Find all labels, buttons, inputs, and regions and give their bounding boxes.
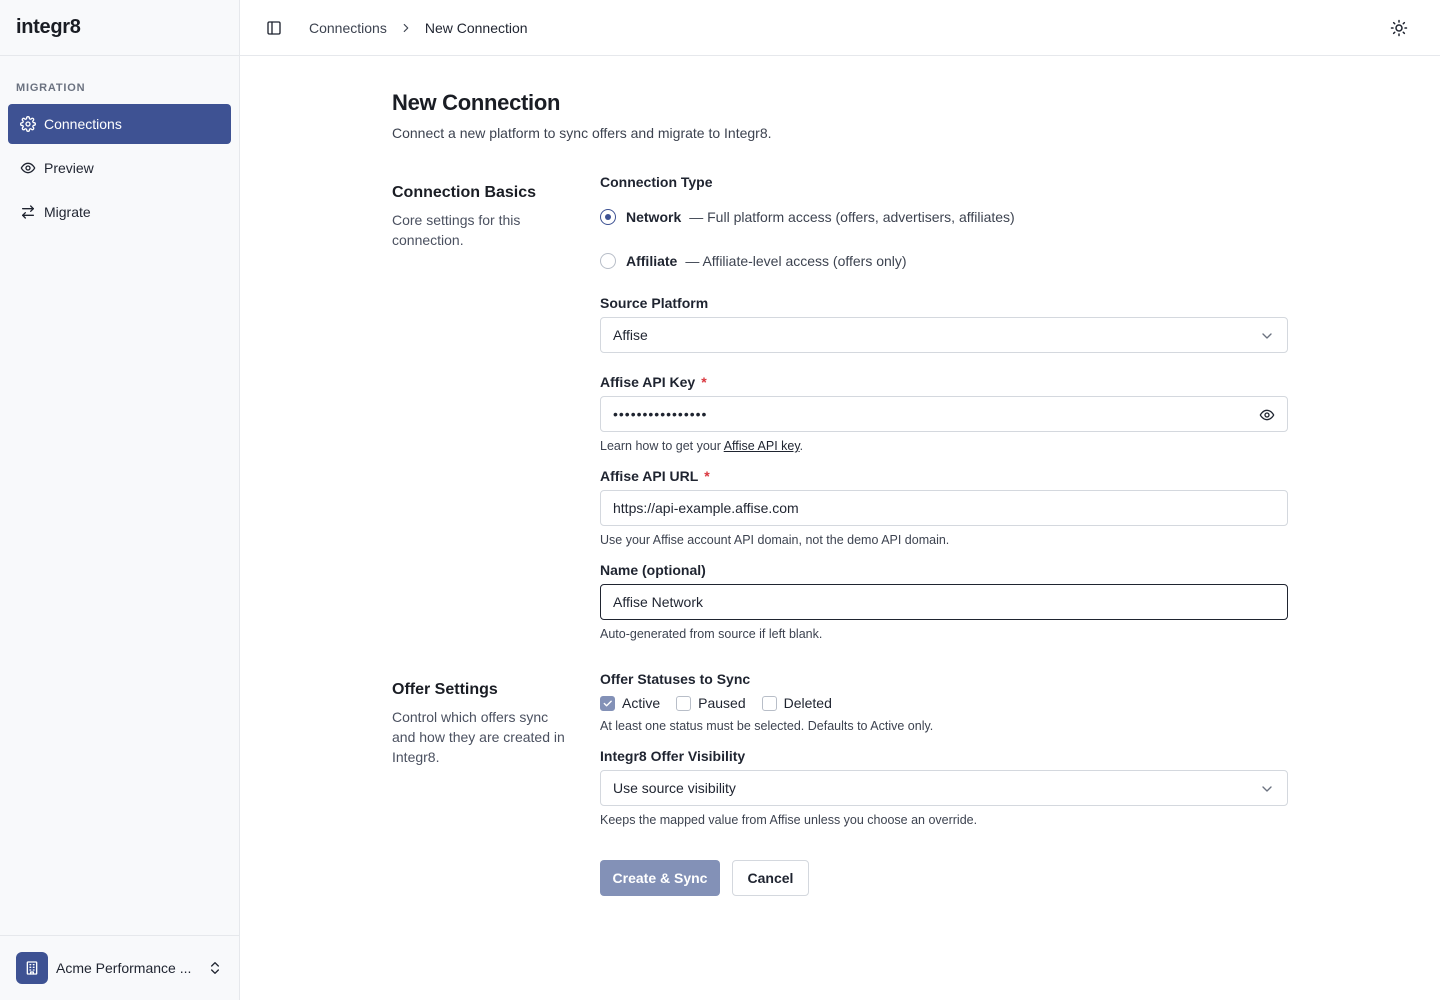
- select-value: Use source visibility: [613, 780, 736, 796]
- connection-type-network[interactable]: Network — Full platform access (offers, …: [600, 207, 1288, 227]
- breadcrumb-current: New Connection: [424, 19, 528, 36]
- input-value: https://api-example.affise.com: [613, 500, 799, 516]
- name-label: Name (optional): [600, 562, 706, 578]
- offer-settings-header: Offer Settings Control which offers sync…: [392, 681, 567, 767]
- building-icon: [16, 952, 48, 984]
- eye-icon: [20, 160, 36, 176]
- api-key-help: Learn how to get your Affise API key.: [600, 439, 1288, 453]
- visibility-help: Keeps the mapped value from Affise unles…: [600, 813, 978, 827]
- main-content: New Connection Connect a new platform to…: [392, 90, 1288, 896]
- eye-icon[interactable]: [1259, 407, 1275, 423]
- topbar: Connections New Connection: [240, 0, 1440, 56]
- input-value: Affise Network: [613, 594, 703, 610]
- sidebar-toggle-icon[interactable]: [266, 20, 282, 36]
- sidebar-nav: Connections Preview Migrate: [8, 104, 231, 236]
- section-title: Offer Settings: [392, 681, 498, 698]
- password-value: ••••••••••••••••: [613, 406, 708, 422]
- api-url-help: Use your Affise account API domain, not …: [600, 533, 950, 547]
- checkbox-active[interactable]: [600, 695, 615, 711]
- sidebar-section-label: MIGRATION: [16, 82, 86, 94]
- help-text-end: .: [799, 439, 804, 453]
- sidebar-item-migrate[interactable]: Migrate: [8, 192, 231, 232]
- connection-type-affiliate[interactable]: Affiliate — Affiliate-level access (offe…: [600, 251, 1288, 271]
- sidebar-item-label: Preview: [44, 160, 94, 176]
- page-description: Connect a new platform to sync offers an…: [392, 125, 772, 141]
- source-platform-label: Source Platform: [600, 295, 709, 311]
- sidebar: integr8 MIGRATION Connections Preview Mi…: [0, 0, 240, 1000]
- chevron-down-icon: [1259, 328, 1275, 344]
- status-paused[interactable]: Paused: [676, 695, 746, 711]
- api-key-input[interactable]: ••••••••••••••••: [600, 396, 1288, 432]
- name-input[interactable]: Affise Network: [600, 584, 1288, 620]
- chevron-right-icon: [399, 21, 413, 35]
- source-platform-select[interactable]: Affise: [600, 317, 1288, 353]
- connection-basics-fields: Connection Type Network — Full platform …: [600, 174, 1288, 641]
- chevrons-up-down-icon: [207, 960, 223, 976]
- org-switcher[interactable]: Acme Performance ...: [0, 935, 239, 1000]
- checkbox-deleted[interactable]: [761, 695, 777, 711]
- radio-label: Affiliate: [626, 253, 678, 269]
- breadcrumb-connections[interactable]: Connections: [309, 20, 387, 36]
- logo-bar: integr8: [0, 0, 239, 56]
- sidebar-item-label: Connections: [44, 116, 122, 132]
- checkbox-label: Paused: [698, 695, 746, 711]
- checkbox-label: Active: [622, 695, 661, 711]
- offer-statuses-group: Active Paused Deleted: [600, 693, 1288, 713]
- offer-settings-fields: Offer Statuses to Sync Active Paused Del…: [600, 671, 1288, 896]
- chevron-down-icon: [1259, 781, 1275, 797]
- sun-icon[interactable]: [1390, 19, 1408, 37]
- api-key-label: Affise API Key *: [600, 374, 1288, 390]
- org-name: Acme Performance ...: [56, 960, 192, 976]
- select-value: Affise: [613, 327, 648, 343]
- label-text: Affise API Key: [600, 374, 696, 390]
- radio-description: — Full platform access (offers, advertis…: [689, 209, 1015, 225]
- api-key-docs-link[interactable]: Affise API key: [724, 439, 800, 453]
- required-marker: *: [701, 374, 707, 390]
- required-marker: *: [704, 468, 710, 484]
- offer-statuses-help: At least one status must be selected. De…: [600, 719, 934, 733]
- visibility-label: Integr8 Offer Visibility: [600, 748, 746, 764]
- connection-basics-header: Connection Basics Core settings for this…: [392, 184, 567, 250]
- radio-label: Network: [626, 209, 682, 225]
- radio-description: — Affiliate-level access (offers only): [685, 253, 907, 269]
- sidebar-item-preview[interactable]: Preview: [8, 148, 231, 188]
- page-title: New Connection: [392, 90, 561, 115]
- section-title: Connection Basics: [392, 184, 537, 201]
- visibility-select[interactable]: Use source visibility: [600, 770, 1288, 806]
- radio-network[interactable]: [600, 209, 616, 225]
- status-deleted[interactable]: Deleted: [761, 695, 832, 711]
- connection-type-label: Connection Type: [600, 174, 713, 190]
- section-description: Core settings for this connection.: [392, 212, 521, 248]
- breadcrumb: Connections New Connection: [309, 20, 528, 36]
- cancel-button[interactable]: Cancel: [732, 860, 809, 896]
- name-help: Auto-generated from source if left blank…: [600, 627, 823, 641]
- label-text: Affise API URL: [600, 468, 699, 484]
- radio-affiliate[interactable]: [600, 253, 616, 269]
- sidebar-item-label: Migrate: [44, 204, 91, 220]
- status-active[interactable]: Active: [600, 695, 660, 711]
- offer-statuses-label: Offer Statuses to Sync: [600, 671, 751, 687]
- form-actions: Create & Sync Cancel: [600, 860, 1288, 896]
- help-text: Learn how to get your: [600, 439, 724, 453]
- api-url-label: Affise API URL *: [600, 468, 1288, 484]
- sidebar-item-connections[interactable]: Connections: [8, 104, 231, 144]
- checkbox-label: Deleted: [783, 695, 832, 711]
- section-description: Control which offers sync and how they a…: [392, 709, 565, 765]
- app-logo[interactable]: integr8: [16, 16, 81, 39]
- checkbox-paused[interactable]: [676, 695, 692, 711]
- gear-icon: [20, 116, 36, 132]
- create-sync-button[interactable]: Create & Sync: [600, 860, 720, 896]
- arrows-swap-icon: [20, 204, 36, 220]
- api-url-input[interactable]: https://api-example.affise.com: [600, 490, 1288, 526]
